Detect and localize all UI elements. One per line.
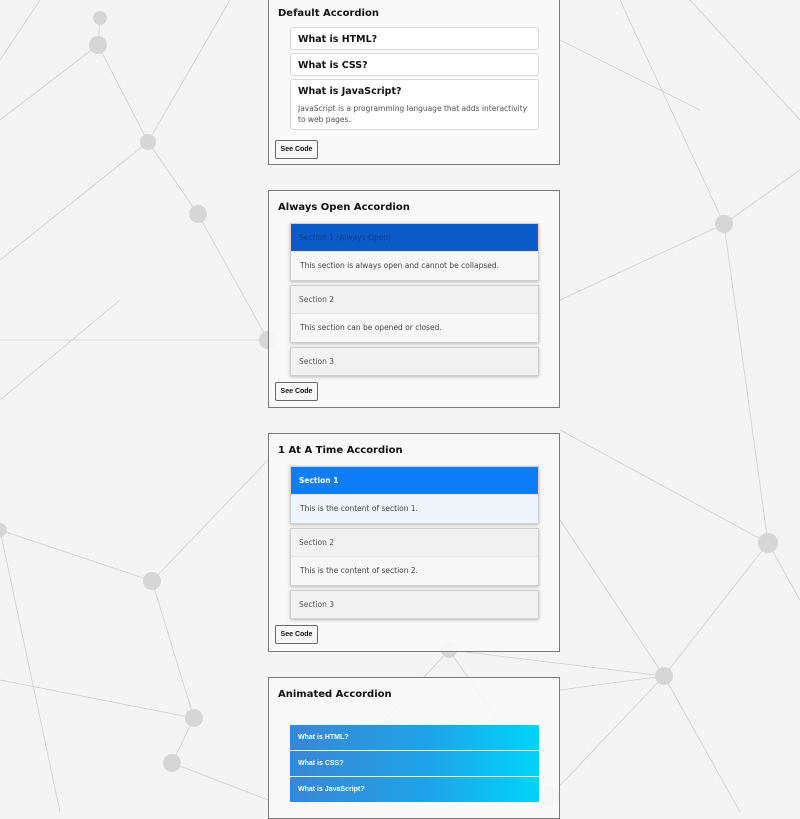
section-header[interactable]: Section 1 [291,467,538,494]
animated-item-css[interactable]: What is CSS? [290,751,539,776]
one-at-a-time-item-section-3[interactable]: Section 3 [290,590,539,619]
question-label: What is HTML? [298,34,378,45]
default-accordion-title: Default Accordion [278,8,379,19]
animated-item-javascript[interactable]: What is JavaScript? [290,777,539,802]
always-open-accordion-card: Always Open Accordion Section 1 (Always … [268,190,560,408]
default-accordion-card: Default Accordion What is HTML? What is … [268,0,560,165]
see-code-button[interactable]: See Code [275,382,318,401]
default-accordion-item-html[interactable]: What is HTML? [290,27,539,50]
animated-item-html[interactable]: What is HTML? [290,725,539,750]
see-code-button[interactable]: See Code [275,625,318,644]
section-header: Section 1 (Always Open) [291,224,538,251]
section-content: This section is always open and cannot b… [291,251,538,280]
one-at-a-time-item-section-1[interactable]: Section 1 This is the content of section… [290,466,539,524]
section-header[interactable]: Section 3 [291,348,538,375]
animated-accordion-title: Animated Accordion [278,689,392,700]
section-content: This section can be opened or closed. [291,313,538,342]
always-open-item-section-3[interactable]: Section 3 [290,347,539,376]
section-content: This is the content of section 2. [291,556,538,585]
always-open-item-section-2[interactable]: Section 2 This section can be opened or … [290,285,539,343]
default-accordion-item-javascript[interactable]: What is JavaScript? JavaScript is a prog… [290,79,539,130]
one-at-a-time-accordion-card: 1 At A Time Accordion Section 1 This is … [268,433,560,652]
section-header[interactable]: Section 3 [291,591,538,618]
section-header[interactable]: Section 2 [291,286,538,313]
section-content: This is the content of section 1. [291,494,538,523]
answer-text: JavaScript is a programming language tha… [298,104,528,124]
see-code-button[interactable]: See Code [275,140,318,159]
default-accordion-item-css[interactable]: What is CSS? [290,53,539,76]
animated-accordion-card: Animated Accordion What is HTML? What is… [268,677,560,819]
question-label: What is JavaScript? [298,86,402,97]
always-open-item-section-1: Section 1 (Always Open) This section is … [290,223,539,281]
one-at-a-time-item-section-2[interactable]: Section 2 This is the content of section… [290,528,539,586]
one-at-a-time-accordion-title: 1 At A Time Accordion [278,445,403,456]
section-header[interactable]: Section 2 [291,529,538,556]
always-open-accordion-title: Always Open Accordion [278,202,410,213]
question-label: What is CSS? [298,60,368,71]
